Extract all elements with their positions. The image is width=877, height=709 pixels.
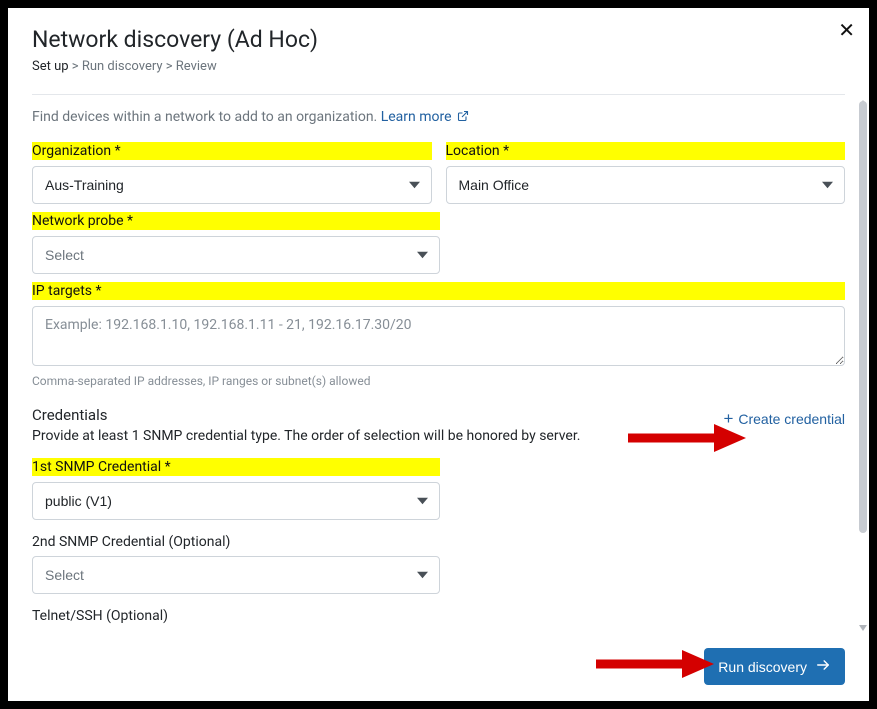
external-link-icon (457, 110, 469, 126)
page-title: Network discovery (Ad Hoc) (32, 26, 845, 53)
telnet-ssh-label: Telnet/SSH (Optional) (32, 608, 845, 624)
snmp2-value[interactable] (32, 556, 440, 594)
breadcrumb: Set up > Run discovery > Review (32, 59, 845, 74)
scrollbar-thumb[interactable] (859, 101, 867, 533)
credentials-title: Credentials (32, 406, 580, 424)
scroll-down-icon[interactable] (859, 622, 867, 634)
snmp1-value[interactable] (32, 482, 440, 520)
probe-value[interactable] (32, 236, 440, 274)
close-icon[interactable]: ✕ (838, 18, 855, 42)
arrow-right-icon (815, 658, 831, 675)
ip-targets-label: IP targets * (32, 282, 845, 300)
snmp2-label: 2nd SNMP Credential (Optional) (32, 534, 440, 550)
location-label: Location * (446, 142, 846, 160)
organization-select[interactable] (32, 166, 432, 204)
snmp2-select[interactable] (32, 556, 440, 594)
dialog: ✕ Network discovery (Ad Hoc) Set up > Ru… (8, 8, 869, 701)
ip-targets-input[interactable] (32, 306, 845, 366)
breadcrumb-step-setup: Set up (32, 59, 69, 74)
breadcrumb-step-run: Run discovery (82, 59, 163, 74)
intro-text: Find devices within a network to add to … (32, 109, 845, 126)
learn-more-link[interactable]: Learn more (381, 109, 469, 125)
scrollbar[interactable] (859, 95, 867, 636)
run-discovery-button[interactable]: Run discovery (704, 648, 845, 685)
dialog-footer: Run discovery (8, 636, 869, 701)
location-value[interactable] (446, 166, 846, 204)
location-select[interactable] (446, 166, 846, 204)
ip-targets-hint: Comma-separated IP addresses, IP ranges … (32, 374, 845, 388)
breadcrumb-step-review: Review (176, 59, 217, 74)
probe-select[interactable] (32, 236, 440, 274)
dialog-header: Network discovery (Ad Hoc) Set up > Run … (8, 8, 869, 84)
credentials-desc: Provide at least 1 SNMP credential type.… (32, 428, 580, 444)
organization-value[interactable] (32, 166, 432, 204)
snmp1-select[interactable] (32, 482, 440, 520)
probe-label: Network probe * (32, 212, 440, 230)
organization-label: Organization * (32, 142, 432, 160)
plus-icon: + (723, 410, 733, 427)
scroll-area: Find devices within a network to add to … (8, 95, 869, 636)
create-credential-button[interactable]: + Create credential (723, 406, 845, 431)
snmp1-label: 1st SNMP Credential * (32, 458, 440, 476)
